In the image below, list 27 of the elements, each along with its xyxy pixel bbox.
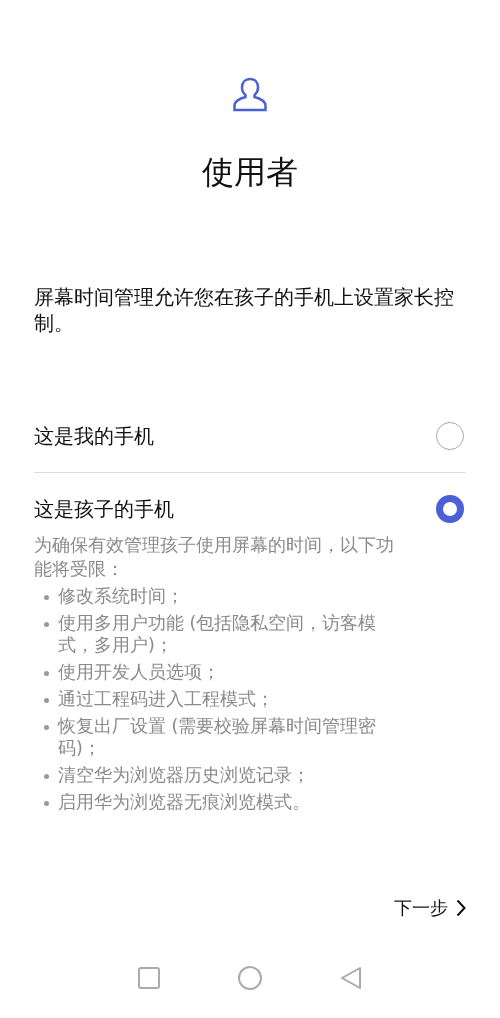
bullet-icon [44, 595, 49, 600]
restriction-item: 启用华为浏览器无痕浏览模式。 [58, 791, 310, 813]
page-title: 使用者 [202, 152, 298, 192]
chevron-right-icon [456, 899, 466, 917]
restriction-item: 使用多用户功能 (包括隐私空间，访客模式，多用户)； [58, 612, 378, 656]
bullet-icon [44, 671, 49, 676]
back-icon[interactable] [340, 966, 362, 990]
option-label: 这是孩子的手机 [34, 495, 174, 523]
next-button[interactable]: 下一步 [394, 896, 466, 920]
description-text: 屏幕时间管理允许您在孩子的手机上设置家长控制。 [34, 284, 454, 336]
radio-button[interactable] [436, 422, 464, 450]
restriction-item: 修改系统时间； [58, 585, 184, 607]
radio-button[interactable] [436, 495, 464, 523]
restriction-item: 使用开发人员选项； [58, 661, 220, 683]
bullet-icon [44, 698, 49, 703]
home-icon[interactable] [238, 966, 262, 990]
recents-icon[interactable] [138, 967, 160, 989]
restriction-item: 清空华为浏览器历史浏览记录； [58, 764, 310, 786]
restriction-item: 恢复出厂设置 (需要校验屏幕时间管理密码)； [58, 715, 378, 759]
bullet-icon [44, 725, 49, 730]
bullet-icon [44, 774, 49, 779]
restriction-note: 为确保有效管理孩子使用屏幕的时间，以下功能将受限： [34, 534, 395, 581]
option-label: 这是我的手机 [34, 422, 154, 450]
bullet-icon [44, 801, 49, 806]
restriction-item: 通过工程码进入工程模式； [58, 688, 274, 710]
bullet-icon [44, 622, 49, 627]
user-icon [232, 77, 268, 112]
